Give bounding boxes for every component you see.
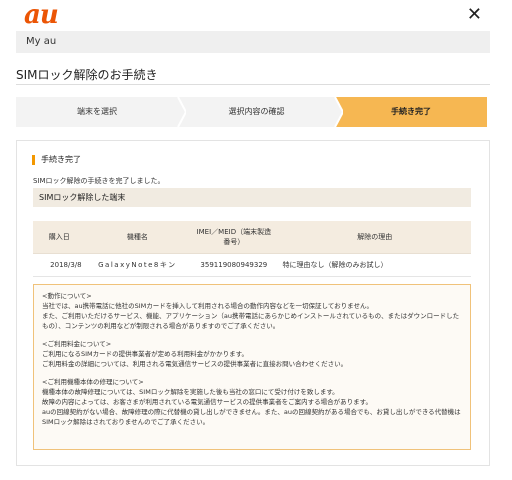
complete-heading: 手続き完了 (32, 155, 81, 165)
cell-model: GalaxyNote8キン (85, 253, 190, 277)
page-title: SIMロック解除のお手続き (16, 68, 158, 82)
step-arrow-icon (329, 97, 343, 127)
note-repair-text: 機種本体の故障修理については、SIMロック解除を実施した後も当社の窓口にて受け付… (42, 388, 339, 396)
notes-box: <動作について> 当社では、au携帯電話に他社のSIMカードを挿入して利用される… (33, 284, 471, 450)
note-repair-text: 故障の内容によっては、お客さまが利用されている電気通信サービスの提供事業者をご案… (42, 398, 373, 406)
step-select-device: 端末を選択 (16, 97, 178, 127)
step-confirm: 選択内容の確認 (178, 97, 335, 127)
note-operation-text: また、ご利用いただけるサービス、機能、アプリケーション（au携帯電話にあらかじめ… (42, 312, 460, 330)
step-progress: 端末を選択 選択内容の確認 手続き完了 (16, 97, 487, 127)
col-model: 機種名 (85, 221, 190, 254)
au-logo[interactable]: au (24, 0, 59, 30)
note-fee-text: ご利用になるSIMカードの提供事業者が定める利用料金がかかります。 (42, 350, 249, 358)
col-purchase-date: 購入日 (33, 221, 86, 254)
title-divider (16, 84, 490, 85)
cell-reason: 特に理由なし（解除のみお試し） (278, 253, 471, 277)
note-repair-text: auの回線契約がない場合、故障修理の際に代替機の貸し出しができません。また、au… (42, 408, 461, 426)
close-icon[interactable]: ✕ (467, 6, 482, 24)
note-operation-title: <動作について> (42, 292, 92, 300)
note-repair-title: <ご利用機種本体の修理について> (42, 378, 144, 386)
note-operation-text: 当社では、au携帯電話に他社のSIMカードを挿入して利用される場合の動作内容など… (42, 302, 373, 310)
unlocked-device-table: 購入日 機種名 IMEI／MEID（端末製造番号） 解除の理由 2018/3/8… (33, 221, 471, 277)
col-reason: 解除の理由 (278, 221, 471, 254)
cell-purchase-date: 2018/3/8 (33, 253, 86, 277)
cell-imei: 359119080949329 (189, 253, 279, 277)
myau-bar[interactable]: My au (16, 31, 490, 53)
table-header-row: 購入日 機種名 IMEI／MEID（端末製造番号） 解除の理由 (33, 221, 471, 254)
step-arrow-icon (172, 97, 186, 127)
table-row: 2018/3/8 GalaxyNote8キン 359119080949329 特… (33, 253, 471, 277)
header: au ✕ My au (0, 0, 512, 58)
col-imei: IMEI／MEID（端末製造番号） (189, 221, 279, 254)
content-panel: 手続き完了 SIMロック解除の手続きを完了しました。 SIMロック解除した端末 … (16, 140, 490, 466)
step-complete: 手続き完了 (335, 97, 487, 127)
complete-message: SIMロック解除の手続きを完了しました。 (33, 177, 165, 185)
note-fee-text: ご利用料金の詳細については、利用される電気通信サービスの提供事業者に直接お問い合… (42, 360, 348, 368)
unlocked-device-heading: SIMロック解除した端末 (33, 188, 471, 207)
note-fee-title: <ご利用料金について> (42, 340, 112, 348)
